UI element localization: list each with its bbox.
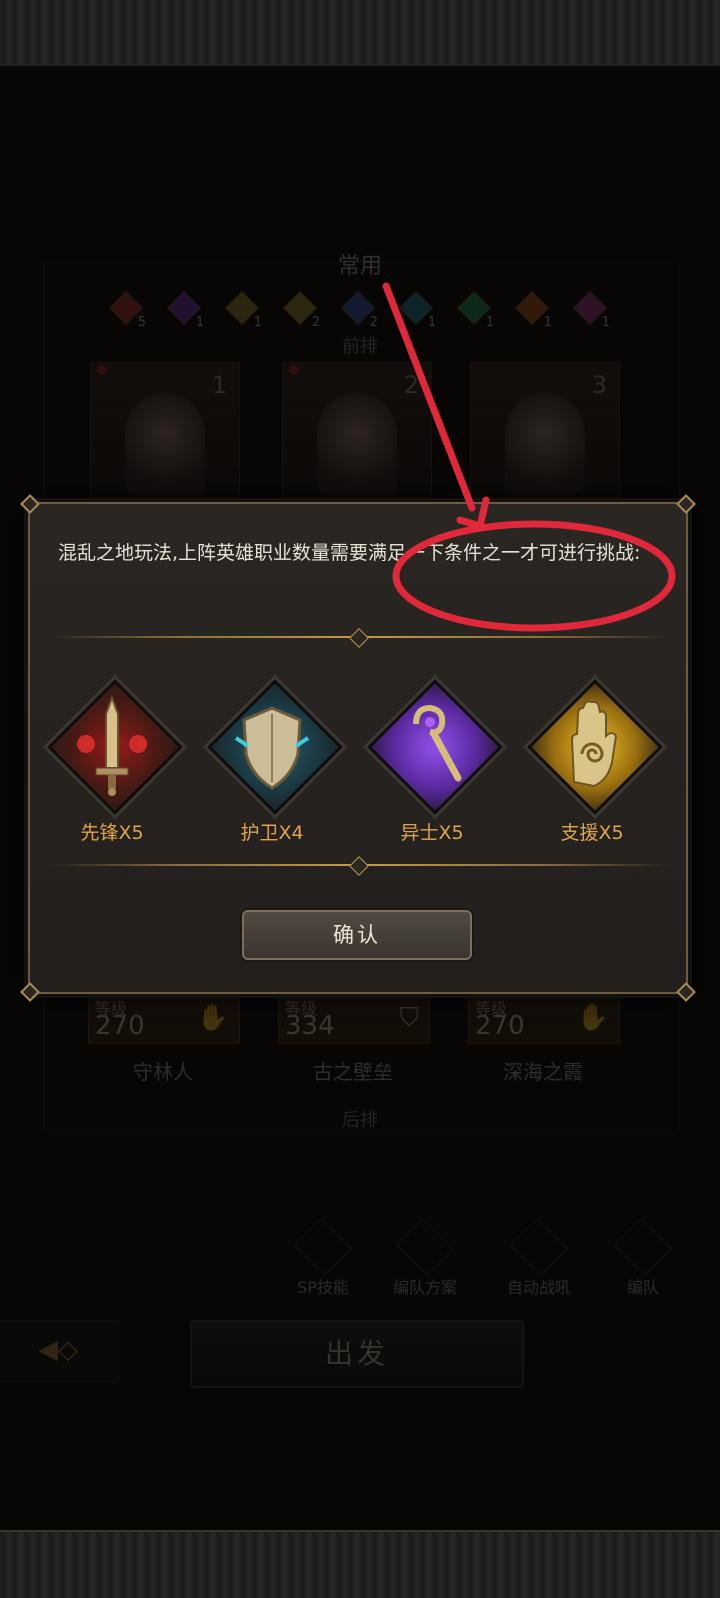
condition-label: 异士X5 [400, 822, 464, 844]
confirm-label: 确认 [333, 923, 381, 947]
confirm-button[interactable]: 确认 [242, 910, 472, 960]
condition-dialog: 混乱之地玩法,上阵英雄职业数量需要满足一下条件之一才可进行挑战: 先锋X5 护卫… [20, 494, 696, 1002]
shield-icon [202, 674, 348, 820]
condition-support: 支援X5 [522, 674, 668, 845]
divider-bottom [50, 856, 670, 876]
condition-label: 先锋X5 [80, 822, 144, 844]
condition-mystic: 异士X5 [362, 674, 508, 845]
condition-label: 支援X5 [560, 822, 624, 844]
condition-guardian: 护卫X4 [202, 674, 348, 845]
condition-vanguard: 先锋X5 [42, 674, 188, 845]
divider-top [50, 628, 670, 648]
bottom-frame-border [0, 1530, 720, 1598]
sword-icon [42, 674, 188, 820]
staff-icon [362, 674, 508, 820]
condition-label: 护卫X4 [240, 822, 304, 844]
top-frame-border [0, 0, 720, 66]
hand-icon [522, 674, 668, 820]
dialog-message: 混乱之地玩法,上阵英雄职业数量需要满足一下条件之一才可进行挑战: [58, 542, 641, 564]
